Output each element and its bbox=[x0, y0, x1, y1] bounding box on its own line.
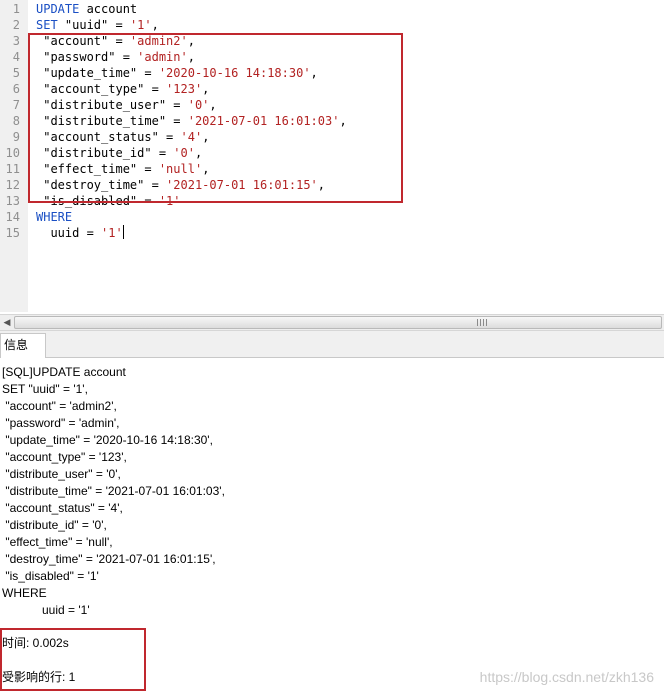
result-message-panel: [SQL]UPDATE account SET "uuid" = '1', "ac… bbox=[0, 358, 664, 693]
message-line: [SQL]UPDATE account bbox=[2, 365, 126, 379]
line-number: 9 bbox=[12, 130, 20, 144]
line-number: 13 bbox=[5, 194, 20, 208]
triangle-left-icon[interactable]: ◀ bbox=[0, 315, 14, 330]
grip-icon bbox=[477, 319, 487, 326]
message-line: "account_type" = '123', bbox=[2, 450, 127, 464]
line-number: 8 bbox=[12, 114, 20, 128]
sql-token: , bbox=[151, 18, 159, 32]
line-number: 15 bbox=[5, 226, 20, 240]
tab-info[interactable]: 信息 bbox=[0, 333, 46, 358]
highlight-box-set-clause bbox=[28, 33, 403, 203]
message-line: "account" = 'admin2', bbox=[2, 399, 117, 413]
line-number: 11 bbox=[5, 162, 20, 176]
message-line: "destroy_time" = '2021-07-01 16:01:15', bbox=[2, 552, 216, 566]
sql-string: '1' bbox=[129, 18, 152, 32]
message-line: WHERE bbox=[2, 586, 47, 600]
line-number: 7 bbox=[12, 98, 20, 112]
highlight-box-stats bbox=[0, 628, 146, 691]
line-number: 2 bbox=[12, 18, 20, 32]
code-text: SET "uuid" = '1', bbox=[36, 17, 159, 33]
line-number: 5 bbox=[12, 66, 20, 80]
scrollbar-thumb[interactable] bbox=[14, 316, 662, 329]
sql-keyword: SET bbox=[36, 18, 58, 32]
text-caret bbox=[122, 225, 124, 239]
message-line: uuid = '1' bbox=[2, 603, 90, 617]
message-line: "distribute_id" = '0', bbox=[2, 518, 107, 532]
message-line: "effect_time" = 'null', bbox=[2, 535, 113, 549]
message-line: "account_status" = '4', bbox=[2, 501, 123, 515]
sql-token: account bbox=[79, 2, 138, 16]
sql-keyword: WHERE bbox=[36, 210, 73, 224]
sql-string: '1' bbox=[101, 226, 123, 240]
sql-token: "uuid" = bbox=[57, 18, 130, 32]
message-line: "distribute_user" = '0', bbox=[2, 467, 121, 481]
line-number: 12 bbox=[5, 178, 20, 192]
code-text: uuid = '1' bbox=[36, 225, 124, 241]
code-line[interactable]: 1 UPDATE account bbox=[0, 1, 664, 17]
line-number: 4 bbox=[12, 50, 20, 64]
message-line: "update_time" = '2020-10-16 14:18:30', bbox=[2, 433, 213, 447]
sql-editor[interactable]: 1 UPDATE account 2 SET "uuid" = '1', 3 "acco… bbox=[0, 0, 664, 312]
code-text: WHERE bbox=[36, 209, 72, 225]
message-line: SET "uuid" = '1', bbox=[2, 382, 88, 396]
sql-keyword: UPDATE bbox=[36, 2, 80, 16]
line-number: 1 bbox=[12, 2, 20, 16]
message-line: "is_disabled" = '1' bbox=[2, 569, 99, 583]
line-number: 6 bbox=[12, 82, 20, 96]
message-line: "distribute_time" = '2021-07-01 16:01:03… bbox=[2, 484, 225, 498]
line-number: 10 bbox=[5, 146, 20, 160]
sql-token: uuid = bbox=[36, 226, 102, 240]
code-line[interactable]: 15 uuid = '1' bbox=[0, 225, 664, 241]
code-text: UPDATE account bbox=[36, 1, 137, 17]
message-line: "password" = 'admin', bbox=[2, 416, 120, 430]
code-line[interactable]: 14 WHERE bbox=[0, 209, 664, 225]
code-line[interactable]: 2 SET "uuid" = '1', bbox=[0, 17, 664, 33]
watermark: https://blog.csdn.net/zkh136 bbox=[479, 669, 654, 685]
line-number: 3 bbox=[12, 34, 20, 48]
horizontal-scrollbar[interactable]: ◀ bbox=[0, 314, 664, 331]
result-tab-bar: 信息 bbox=[0, 331, 664, 358]
line-number: 14 bbox=[5, 210, 20, 224]
